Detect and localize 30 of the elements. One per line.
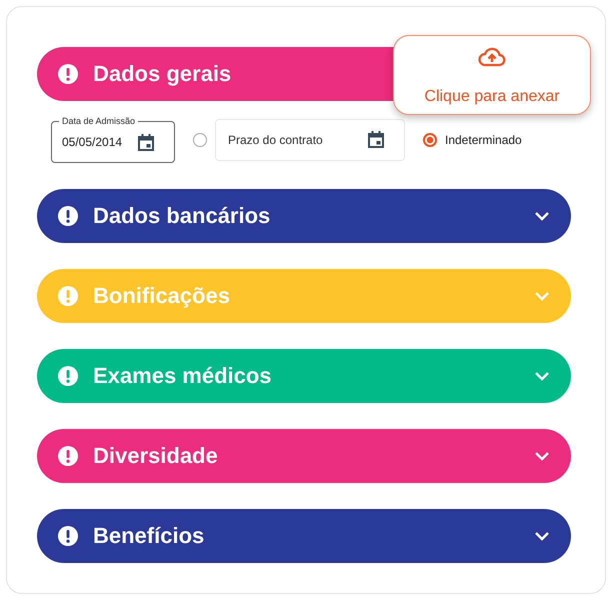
alert-icon xyxy=(57,63,79,85)
section-header[interactable]: Diversidade xyxy=(37,429,571,483)
alert-icon xyxy=(57,205,79,227)
section-title: Exames médicos xyxy=(93,363,273,389)
chevron-down-icon xyxy=(534,451,550,461)
radio-button[interactable] xyxy=(193,132,207,146)
radio-button[interactable] xyxy=(423,132,437,146)
section-title: Bonificações xyxy=(93,283,231,309)
radio-label: Indeterminado xyxy=(445,132,522,146)
alert-icon xyxy=(57,365,79,387)
section-header[interactable]: Dados bancários xyxy=(37,189,571,243)
contract-term-field[interactable]: Prazo do contrato xyxy=(215,118,405,160)
chevron-down-icon xyxy=(534,291,550,301)
chevron-down-icon xyxy=(534,211,550,221)
section-title: Benefícios xyxy=(93,523,206,549)
section-title: Dados bancários xyxy=(93,203,272,229)
alert-icon xyxy=(57,445,79,467)
calendar-icon xyxy=(138,134,154,150)
chevron-down-icon xyxy=(534,371,550,381)
section-header[interactable]: Benefícios xyxy=(37,509,571,563)
section-header[interactable]: Exames médicos xyxy=(37,349,571,403)
cloud-upload-icon xyxy=(477,46,507,68)
section-title: Dados gerais xyxy=(93,61,232,87)
upload-tooltip[interactable]: Clique para anexar xyxy=(393,35,591,115)
alert-icon xyxy=(57,285,79,307)
calendar-icon xyxy=(368,131,384,148)
chevron-down-icon xyxy=(534,531,550,541)
section-title: Diversidade xyxy=(93,443,219,469)
alert-icon xyxy=(57,525,79,547)
admission-date-field[interactable]: Data de Admissão 05/05/2014 xyxy=(51,116,175,163)
